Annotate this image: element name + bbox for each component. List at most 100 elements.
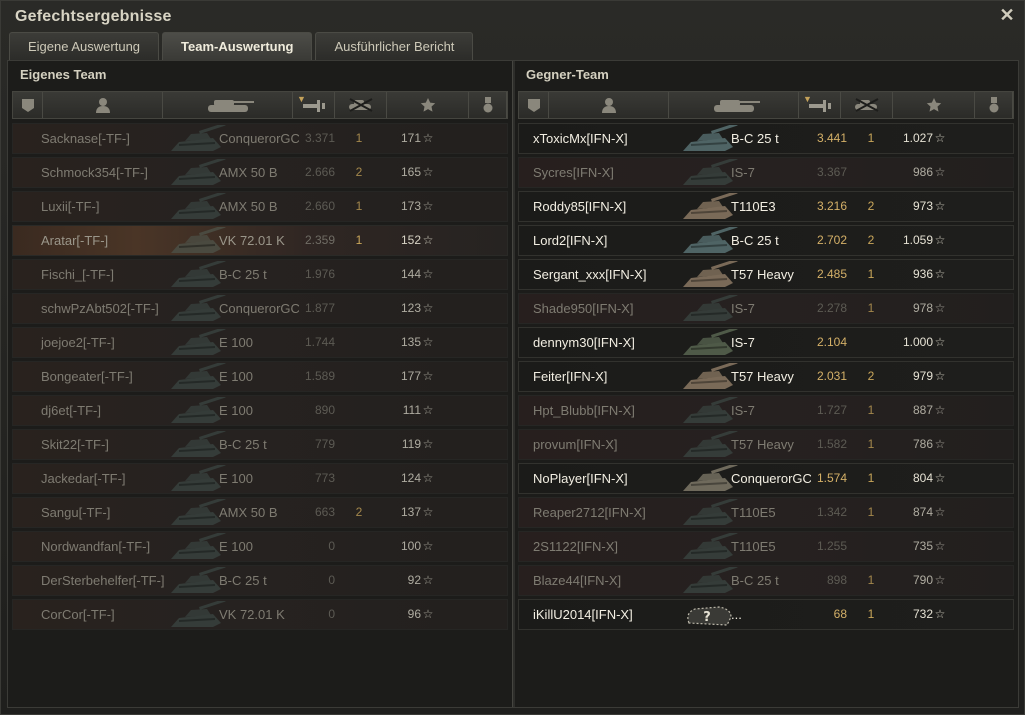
damage-value: 3.367: [816, 165, 847, 179]
own-col-vehicle-header[interactable]: [163, 92, 293, 118]
player-name: Jackedar[-TF-]: [41, 471, 126, 486]
own-player-row[interactable]: Fischi_[-TF-] B-C 25 t 1.976 144 ☆: [12, 259, 508, 290]
vehicle-name: E 100: [219, 539, 253, 554]
kills-value: [861, 328, 881, 357]
star-icon: ☆: [934, 199, 946, 213]
own-col-player-header[interactable]: [43, 92, 163, 118]
vehicle-name: VK 72.01 K: [219, 607, 285, 622]
enemy-col-damage-header[interactable]: ▼: [799, 92, 841, 118]
own-player-row[interactable]: Bongeater[-TF-] E 100 1.589 177 ☆: [12, 361, 508, 392]
player-name: schwPzAbt502[-TF-]: [41, 301, 159, 316]
xp-value: 790: [912, 573, 933, 587]
own-col-xp-header[interactable]: [387, 92, 469, 118]
player-name: dennym30[IFN-X]: [533, 335, 635, 350]
enemy-player-row[interactable]: xToxicMx[IFN-X] B-C 25 t 3.441 1 1.027 ☆: [518, 123, 1014, 154]
enemy-col-player-header[interactable]: [549, 92, 669, 118]
kills-value: 1: [867, 573, 875, 587]
damage-value: 2.702: [816, 233, 847, 247]
enemy-col-medals-header[interactable]: [975, 92, 1013, 118]
enemy-col-xp-header[interactable]: [893, 92, 975, 118]
enemy-col-vehicle-header[interactable]: [669, 92, 799, 118]
enemy-player-row[interactable]: Blaze44[IFN-X] B-C 25 t 898 1 790 ☆: [518, 565, 1014, 596]
own-player-row[interactable]: Luxii[-TF-] AMX 50 B 2.660 1 173 ☆: [12, 191, 508, 222]
enemy-col-kills-header[interactable]: [841, 92, 893, 118]
damage-value: 890: [314, 403, 335, 417]
vehicle-name: T57 Heavy: [731, 267, 794, 282]
enemy-player-row[interactable]: Roddy85[IFN-X] T110E3 3.216 2 973 ☆: [518, 191, 1014, 222]
own-col-medals-header[interactable]: [469, 92, 507, 118]
kills-value: 1: [867, 471, 875, 485]
vehicle-name: ConquerorGC: [731, 471, 811, 486]
tab-bar: Eigene Auswertung Team-Auswertung Ausfüh…: [9, 32, 474, 60]
close-icon[interactable]: ✕: [998, 6, 1016, 24]
kills-value: [349, 464, 369, 493]
enemy-player-row[interactable]: Lord2[IFN-X] B-C 25 t 2.702 2 1.059 ☆: [518, 225, 1014, 256]
kills-value: 2: [355, 165, 363, 179]
kills-value: 1: [355, 199, 363, 213]
xp-value: 1.059: [902, 233, 933, 247]
vehicle-name: B-C 25 t: [731, 131, 779, 146]
enemy-player-row[interactable]: Reaper2712[IFN-X] T110E5 1.342 1 874 ☆: [518, 497, 1014, 528]
own-player-row[interactable]: CorCor[-TF-] VK 72.01 K 0 96 ☆: [12, 599, 508, 630]
player-icon: [601, 97, 616, 113]
damage-value: 1.589: [304, 369, 335, 383]
enemy-player-row[interactable]: NoPlayer[IFN-X] ConquerorGC 1.574 1 804 ☆: [518, 463, 1014, 494]
enemy-player-row[interactable]: 2S1122[IFN-X] T110E5 1.255 735 ☆: [518, 531, 1014, 562]
own-col-kills-header[interactable]: [335, 92, 387, 118]
own-player-row[interactable]: Nordwandfan[-TF-] E 100 0 100 ☆: [12, 531, 508, 562]
star-icon: ☆: [422, 607, 434, 621]
enemy-player-row[interactable]: Feiter[IFN-X] T57 Heavy 2.031 2 979 ☆: [518, 361, 1014, 392]
tab-eigene-auswertung[interactable]: Eigene Auswertung: [9, 32, 160, 60]
star-icon: ☆: [422, 233, 434, 247]
own-player-row[interactable]: schwPzAbt502[-TF-] ConquerorGC 1.877 123 ☆: [12, 293, 508, 324]
enemy-player-row[interactable]: provum[IFN-X] T57 Heavy 1.582 1 786 ☆: [518, 429, 1014, 460]
player-name: Nordwandfan[-TF-]: [41, 539, 151, 554]
kills-value: 1: [355, 233, 363, 247]
own-player-row[interactable]: Schmock354[-TF-] AMX 50 B 2.666 2 165 ☆: [12, 157, 508, 188]
vehicle-name: T57 Heavy: [731, 437, 794, 452]
enemy-player-row[interactable]: Hpt_Blubb[IFN-X] IS-7 1.727 1 887 ☆: [518, 395, 1014, 426]
star-icon: ☆: [422, 199, 434, 213]
xp-value: 804: [912, 471, 933, 485]
kills-value: 1: [867, 267, 875, 281]
own-player-row[interactable]: joejoe2[-TF-] E 100 1.744 135 ☆: [12, 327, 508, 358]
own-player-row[interactable]: Sacknase[-TF-] ConquerorGC 3.371 1 171 ☆: [12, 123, 508, 154]
own-player-row[interactable]: dj6et[-TF-] E 100 890 111 ☆: [12, 395, 508, 426]
tab-ausfuehrlicher-bericht[interactable]: Ausführlicher Bericht: [315, 32, 474, 60]
own-player-row[interactable]: Skit22[-TF-] B-C 25 t 779 119 ☆: [12, 429, 508, 460]
tab-team-auswertung[interactable]: Team-Auswertung: [162, 32, 313, 60]
enemy-player-row[interactable]: Sergant_xxx[IFN-X] T57 Heavy 2.485 1 936 ☆: [518, 259, 1014, 290]
vehicle-name: T57 Heavy: [731, 369, 794, 384]
enemy-player-row[interactable]: iKillU2014[IFN-X]?... 68 1 732 ☆: [518, 599, 1014, 630]
own-player-row[interactable]: DerSterbehelfer[-TF-] B-C 25 t 0 92 ☆: [12, 565, 508, 596]
enemy-col-squad-header[interactable]: [519, 92, 549, 118]
enemy-player-row[interactable]: dennym30[IFN-X] IS-7 2.104 1.000 ☆: [518, 327, 1014, 358]
player-name: Sangu[-TF-]: [41, 505, 111, 520]
xp-value: 124: [400, 471, 421, 485]
player-name: provum[IFN-X]: [533, 437, 618, 452]
player-name: Fischi_[-TF-]: [41, 267, 114, 282]
xp-value: 92: [407, 573, 421, 587]
xp-value: 1.000: [902, 335, 933, 349]
vehicle-name: E 100: [219, 369, 253, 384]
medal-icon: [988, 97, 1000, 113]
xp-value: 119: [401, 437, 421, 451]
kills-value: [349, 600, 369, 629]
enemy-player-row[interactable]: Shade950[IFN-X] IS-7 2.278 1 978 ☆: [518, 293, 1014, 324]
xp-value: 973: [912, 199, 933, 213]
xp-value: 735: [912, 539, 933, 553]
own-col-squad-header[interactable]: [13, 92, 43, 118]
player-name: Hpt_Blubb[IFN-X]: [533, 403, 635, 418]
xp-value: 173: [400, 199, 421, 213]
damage-value: 1.582: [816, 437, 847, 451]
own-player-row[interactable]: Sangu[-TF-] AMX 50 B 663 2 137 ☆: [12, 497, 508, 528]
own-col-damage-header[interactable]: ▼: [293, 92, 335, 118]
kills-value: 1: [867, 607, 875, 621]
own-player-row[interactable]: Aratar[-TF-] VK 72.01 K 2.359 1 152 ☆: [12, 225, 508, 256]
vehicle-name: E 100: [219, 335, 253, 350]
enemy-player-row[interactable]: Sycres[IFN-X] IS-7 3.367 986 ☆: [518, 157, 1014, 188]
player-name: Blaze44[IFN-X]: [533, 573, 622, 588]
damage-value: 68: [833, 607, 847, 621]
own-player-row[interactable]: Jackedar[-TF-] E 100 773 124 ☆: [12, 463, 508, 494]
window-title: Gefechtsergebnisse: [15, 8, 172, 25]
